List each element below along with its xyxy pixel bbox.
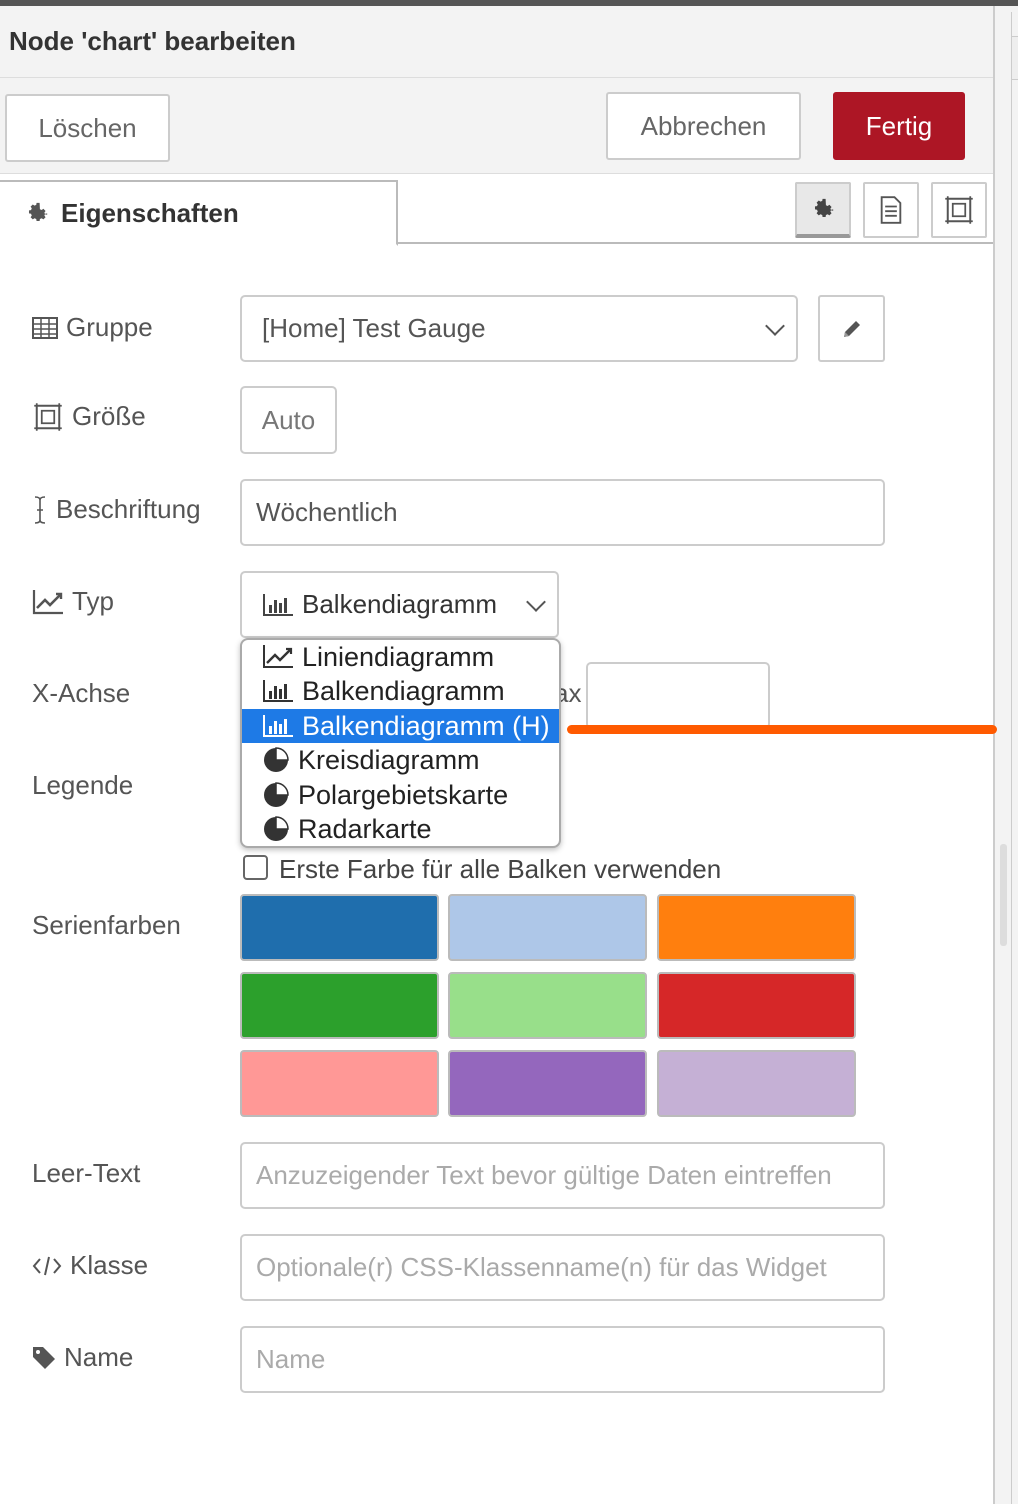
bar-chart-icon <box>263 593 293 616</box>
series-color-swatch[interactable] <box>657 972 856 1039</box>
scrollbar-thumb[interactable] <box>1000 844 1007 946</box>
empty-text-label-row: Leer-Text <box>32 1158 140 1189</box>
dropdown-option-label: Balkendiagramm (H) <box>302 710 550 741</box>
tab-bar: Eigenschaften <box>0 174 993 246</box>
caption-label-row: Beschriftung <box>32 494 201 525</box>
line-chart-icon <box>263 645 293 668</box>
chevron-down-icon <box>765 315 785 336</box>
name-label: Name <box>64 1342 134 1372</box>
series-color-swatch[interactable] <box>448 894 647 961</box>
group-select-value: [Home] Test Gauge <box>262 313 486 343</box>
dropdown-option-label: Radarkarte <box>298 813 432 844</box>
dialog-title: Node 'chart' bearbeiten <box>9 26 296 56</box>
dropdown-option-radar[interactable]: Radarkarte <box>242 812 559 846</box>
frame-icon <box>945 196 973 224</box>
gear-icon <box>28 202 48 222</box>
group-select[interactable]: [Home] Test Gauge <box>240 295 798 362</box>
pie-chart-icon <box>264 747 289 772</box>
dropdown-option-label: Balkendiagramm <box>302 675 505 706</box>
series-color-swatch[interactable] <box>240 1050 439 1117</box>
series-color-swatch[interactable] <box>240 972 439 1039</box>
series-color-swatch[interactable] <box>240 894 439 961</box>
caption-input-value: Wöchentlich <box>256 497 398 527</box>
legend-label: Legende <box>32 770 134 800</box>
tab-settings[interactable] <box>795 182 851 238</box>
type-select[interactable]: Balkendiagramm <box>240 571 559 638</box>
series-colors-label: Serienfarben <box>32 910 181 940</box>
dropdown-option-line-chart[interactable]: Liniendiagramm <box>242 640 559 674</box>
dropdown-option-bar-chart[interactable]: Balkendiagramm <box>242 674 559 708</box>
class-label: Klasse <box>70 1250 149 1280</box>
class-input[interactable]: Optionale(r) CSS-Klassenname(n) für das … <box>240 1234 885 1301</box>
frame-icon <box>34 402 62 431</box>
caption-input[interactable]: Wöchentlich <box>240 479 885 546</box>
first-color-checkbox[interactable] <box>243 855 268 880</box>
dropdown-option-label: Kreisdiagramm <box>298 744 480 775</box>
bar-chart-icon <box>263 715 293 737</box>
size-button[interactable]: Auto <box>240 386 337 454</box>
name-input[interactable]: Name <box>240 1326 885 1393</box>
done-button[interactable]: Fertig <box>833 92 965 160</box>
group-label-row: Gruppe <box>32 312 153 343</box>
name-label-row: Name <box>32 1342 133 1373</box>
edit-group-button[interactable] <box>818 295 885 362</box>
pencil-icon <box>843 320 860 337</box>
tab-properties-label: Eigenschaften <box>61 198 239 228</box>
tab-description[interactable] <box>863 182 919 238</box>
tab-properties[interactable]: Eigenschaften <box>0 180 398 246</box>
delete-button[interactable]: Löschen <box>5 94 170 162</box>
type-label-row: Typ <box>32 586 114 617</box>
sidebar-edge-handle[interactable] <box>1011 36 1018 80</box>
annotation-underline <box>567 725 997 734</box>
dropdown-option-label: Liniendiagramm <box>302 641 495 672</box>
legend-label-row: Legende <box>32 770 133 801</box>
dropdown-option-horizontal-bar-chart[interactable]: Balkendiagramm (H) <box>242 709 559 743</box>
dropdown-option-pie-chart[interactable]: Kreisdiagramm <box>242 743 559 777</box>
cancel-button[interactable]: Abbrechen <box>606 92 801 160</box>
series-color-swatch[interactable] <box>657 1050 856 1117</box>
pie-chart-icon <box>264 782 289 807</box>
xaxis-label: X-Achse <box>32 678 131 708</box>
series-color-swatch[interactable] <box>448 1050 647 1117</box>
type-label: Typ <box>72 586 114 616</box>
type-select-value: Balkendiagramm <box>302 589 498 619</box>
caption-label: Beschriftung <box>56 494 201 524</box>
tab-appearance[interactable] <box>931 182 987 238</box>
divider <box>1011 12 1012 1504</box>
group-label: Gruppe <box>66 312 153 342</box>
size-label: Größe <box>72 401 146 431</box>
empty-text-label: Leer-Text <box>32 1158 141 1188</box>
xaxis-label-row: X-Achse <box>32 678 130 709</box>
dropdown-option-polar-area[interactable]: Polargebietskarte <box>242 778 559 812</box>
bar-chart-icon <box>263 680 293 702</box>
type-dropdown-menu: Liniendiagramm Balkendiagramm Balkendiag… <box>240 638 561 848</box>
series-colors-label-row: Serienfarben <box>32 910 181 941</box>
code-icon <box>32 1256 62 1275</box>
empty-text-input[interactable]: Anzuzeigender Text bevor gültige Daten e… <box>240 1142 885 1209</box>
dialog-header: Node 'chart' bearbeiten <box>0 6 993 78</box>
table-icon <box>32 316 58 339</box>
text-cursor-icon <box>34 495 46 524</box>
document-icon <box>880 196 902 224</box>
chevron-down-icon <box>526 591 546 612</box>
xaxis-max-input[interactable] <box>586 662 770 729</box>
action-bar: Löschen Abbrechen Fertig <box>0 78 993 174</box>
series-color-swatch[interactable] <box>657 894 856 961</box>
line-chart-icon <box>32 589 63 614</box>
series-color-swatch[interactable] <box>448 972 647 1039</box>
pie-chart-icon <box>264 816 289 841</box>
size-label-row: Größe <box>32 401 146 432</box>
gear-icon <box>814 198 834 218</box>
tag-icon <box>33 1346 55 1369</box>
first-color-label: Erste Farbe für alle Balken verwenden <box>279 854 722 884</box>
right-scroll-area <box>993 6 1018 1504</box>
class-label-row: Klasse <box>32 1250 148 1281</box>
dropdown-option-label: Polargebietskarte <box>298 779 509 810</box>
